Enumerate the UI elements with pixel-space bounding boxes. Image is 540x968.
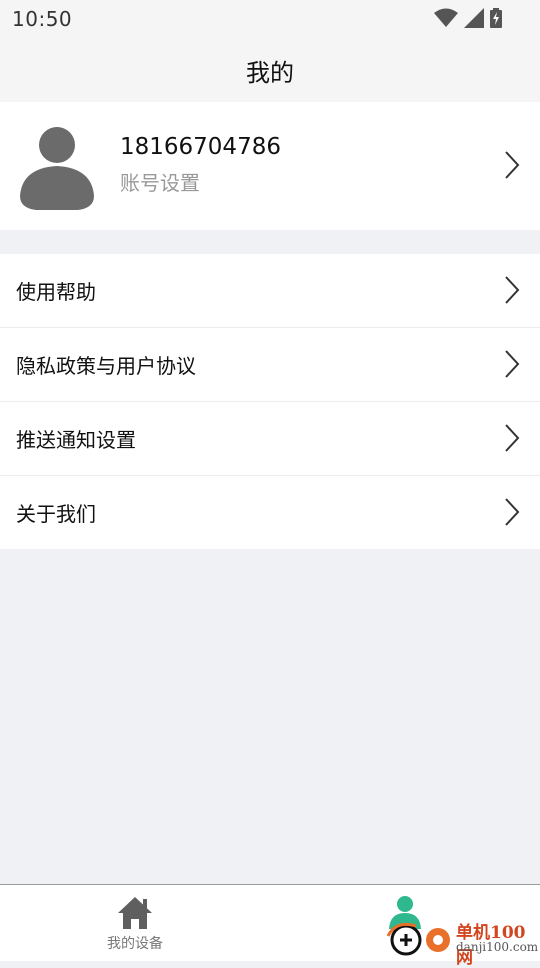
menu-item-privacy-policy[interactable]: 隐私政策与用户协议 bbox=[0, 328, 540, 402]
site-watermark: 单机100网 danji100.com bbox=[386, 910, 540, 968]
watermark-url: danji100.com bbox=[456, 940, 539, 954]
wifi-icon bbox=[434, 8, 458, 27]
menu-item-label: 推送通知设置 bbox=[16, 428, 136, 452]
chevron-right-icon bbox=[505, 498, 520, 526]
chevron-right-icon bbox=[505, 276, 520, 304]
status-bar: 10:50 bbox=[0, 0, 540, 38]
battery-charging-icon bbox=[490, 8, 502, 28]
menu-item-help[interactable]: 使用帮助 bbox=[0, 254, 540, 328]
account-settings-label: 账号设置 bbox=[120, 171, 200, 195]
status-icons bbox=[434, 8, 502, 28]
home-icon bbox=[118, 897, 152, 929]
menu-item-about-us[interactable]: 关于我们 bbox=[0, 476, 540, 549]
tab-my-devices[interactable]: 我的设备 bbox=[0, 885, 270, 961]
tab-label: 我的设备 bbox=[107, 936, 163, 952]
watermark-logo-icon bbox=[386, 922, 450, 956]
signal-icon bbox=[464, 8, 484, 28]
chevron-right-icon bbox=[505, 151, 520, 179]
page-title: 我的 bbox=[246, 58, 294, 87]
menu-item-label: 使用帮助 bbox=[16, 280, 96, 304]
menu-item-label: 隐私政策与用户协议 bbox=[16, 354, 196, 378]
menu-item-label: 关于我们 bbox=[16, 502, 96, 526]
user-avatar-icon bbox=[20, 127, 94, 210]
status-time: 10:50 bbox=[12, 7, 73, 31]
title-bar: 我的 bbox=[0, 38, 540, 102]
profile-phone: 18166704786 bbox=[120, 134, 281, 160]
menu-item-push-settings[interactable]: 推送通知设置 bbox=[0, 402, 540, 476]
chevron-right-icon bbox=[505, 350, 520, 378]
settings-menu: 使用帮助 隐私政策与用户协议 推送通知设置 关于我们 bbox=[0, 254, 540, 549]
profile-card[interactable]: 18166704786 账号设置 bbox=[0, 102, 540, 230]
chevron-right-icon bbox=[505, 424, 520, 452]
